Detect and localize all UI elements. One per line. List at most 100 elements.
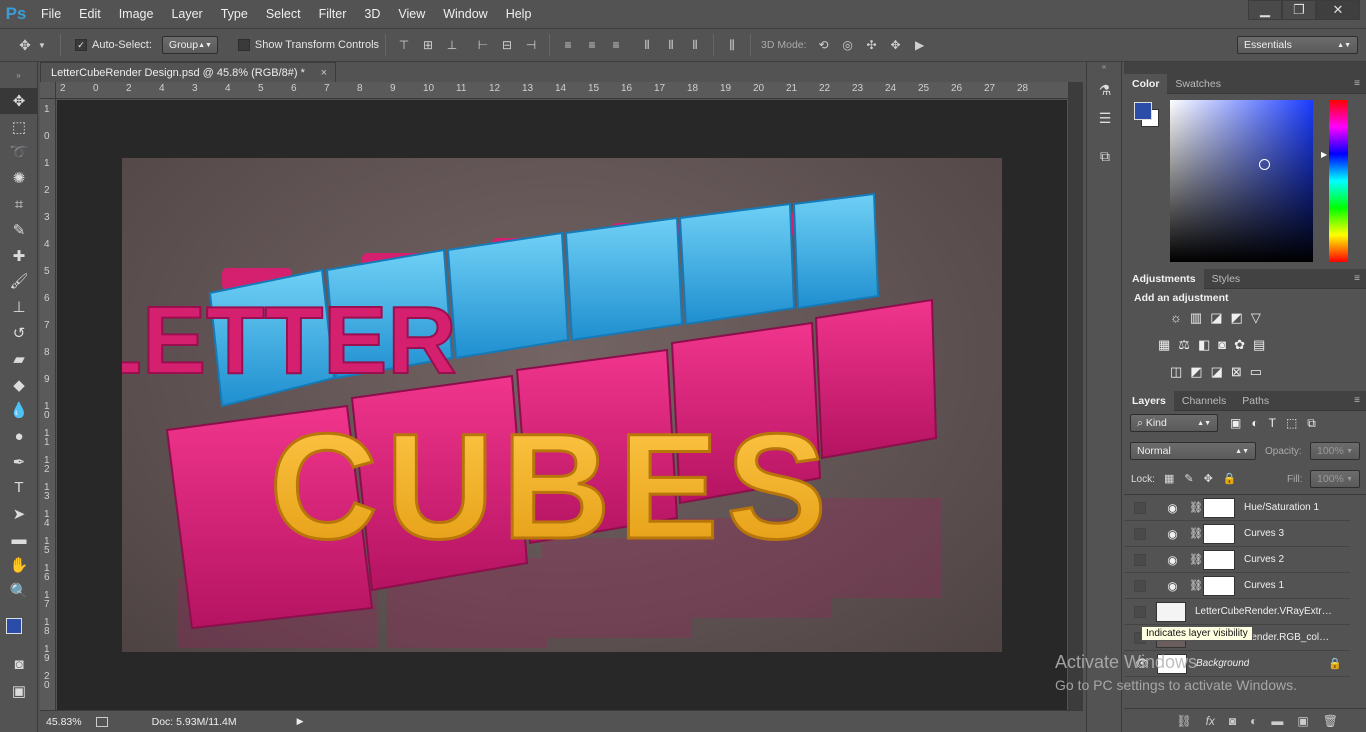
pen-tool-icon[interactable]: ✒ [0, 449, 38, 475]
invert-icon[interactable]: ◫ [1170, 364, 1182, 380]
hue-slider-handle-icon[interactable]: ▶ [1321, 150, 1327, 159]
brightness-icon[interactable]: ☼ [1170, 310, 1182, 326]
hand-tool-icon[interactable]: ✋ [0, 552, 38, 578]
layer-row[interactable]: LetterCubeRender.VRayExtr… [1124, 599, 1350, 625]
menu-image[interactable]: Image [110, 0, 163, 28]
hue-slider[interactable] [1329, 100, 1348, 262]
new-layer-icon[interactable]: ▣ [1297, 714, 1308, 728]
type-tool-icon[interactable]: T [0, 475, 38, 501]
tab-swatches[interactable]: Swatches [1167, 74, 1229, 94]
move-tool-preset-icon[interactable]: ✥ [18, 37, 32, 53]
add-mask-icon[interactable]: ◙ [1229, 714, 1236, 728]
fg-color-chip[interactable] [1134, 102, 1152, 120]
visibility-toggle[interactable] [1134, 605, 1146, 618]
selective-color-icon[interactable]: ⊠ [1231, 364, 1242, 380]
layer-thumbnail[interactable] [1156, 601, 1186, 622]
collapse-toolbox-icon[interactable]: » [0, 62, 37, 88]
distribute-top-icon[interactable]: ≡ [561, 38, 575, 52]
screen-mode-icon[interactable]: ▣ [0, 678, 38, 704]
layer-filter-dropdown[interactable]: ⌕ Kind ▲▼ [1130, 414, 1218, 432]
exposure-icon[interactable]: ◩ [1231, 310, 1243, 326]
workspace-dropdown[interactable]: Essentials ▲▼ [1237, 36, 1358, 54]
brush-tool-icon[interactable]: 🖌 [0, 269, 38, 295]
shape-filter-icon[interactable]: ⬚ [1286, 416, 1297, 431]
show-transform-checkbox[interactable] [237, 39, 250, 51]
pixel-filter-icon[interactable]: ▣ [1230, 416, 1241, 431]
ruler-origin[interactable] [40, 82, 56, 99]
properties-icon[interactable]: ☰ [1087, 104, 1123, 132]
zoom-tool-icon[interactable]: 🔍 [0, 578, 38, 604]
align-top-icon[interactable]: ⊤ [397, 38, 411, 52]
smart-object-filter-icon[interactable]: ⧉ [1307, 416, 1316, 431]
path-selection-icon[interactable]: ➤ [0, 501, 38, 527]
history-brush-icon[interactable]: ↺ [0, 320, 38, 346]
lock-position-icon[interactable]: ✥ [1204, 472, 1213, 485]
distribute-vcenter-icon[interactable]: ≡ [585, 38, 599, 52]
minimize-button[interactable]: ▁ [1248, 0, 1282, 20]
tab-layers[interactable]: Layers [1124, 390, 1174, 411]
posterize-icon[interactable]: ◩ [1190, 364, 1202, 380]
menu-type[interactable]: Type [212, 0, 257, 28]
menu-layer[interactable]: Layer [162, 0, 211, 28]
hue-saturation-icon[interactable]: ▦ [1158, 337, 1170, 353]
tab-styles[interactable]: Styles [1204, 269, 1249, 289]
quick-mask-icon[interactable]: ◙ [0, 652, 38, 678]
channel-mixer-icon[interactable]: ✿ [1234, 337, 1245, 353]
marquee-tool-icon[interactable]: ⬚ [0, 114, 38, 140]
zoom-level[interactable]: 45.83% [46, 716, 82, 728]
layer-style-icon[interactable]: fx [1206, 714, 1215, 728]
align-hcenter-icon[interactable]: ⊟ [500, 38, 514, 52]
visibility-toggle[interactable] [1134, 579, 1146, 592]
auto-select-dropdown[interactable]: Group ▲▼ [161, 36, 218, 54]
gradient-map-icon[interactable]: ▭ [1250, 364, 1262, 380]
3d-roll-icon[interactable]: ◎ [841, 38, 855, 52]
distribute-left-icon[interactable]: ⫴ [640, 38, 654, 52]
lock-pixels-icon[interactable]: ✎ [1184, 472, 1193, 485]
lock-transparency-icon[interactable]: ▦ [1164, 472, 1174, 485]
panel-collapse-strip[interactable] [1124, 62, 1366, 74]
delete-layer-icon[interactable]: 🗑 [1323, 714, 1338, 728]
auto-align-icon[interactable]: ⫼ [725, 38, 739, 52]
eyedropper-tool-icon[interactable]: ✎ [0, 217, 38, 243]
rectangle-tool-icon[interactable]: ▬ [0, 527, 38, 553]
type-filter-icon[interactable]: T [1269, 416, 1276, 431]
layer-mask-thumbnail[interactable] [1203, 497, 1235, 518]
panel-menu-icon[interactable]: ≡ [1354, 78, 1366, 89]
healing-brush-icon[interactable]: ✚ [0, 243, 38, 269]
menu-file[interactable]: File [32, 0, 70, 28]
blend-mode-dropdown[interactable]: Normal ▲▼ [1130, 442, 1256, 460]
panel-menu-icon[interactable]: ≡ [1354, 395, 1366, 406]
panel-menu-icon[interactable]: ≡ [1354, 273, 1366, 284]
collapse-dock-icon[interactable]: « [1087, 62, 1121, 76]
layer-row[interactable]: ◉ ⛓ Curves 3 [1124, 521, 1350, 547]
move-tool-icon[interactable]: ✥ [0, 88, 38, 114]
distribute-bottom-icon[interactable]: ≡ [609, 38, 623, 52]
blur-tool-icon[interactable]: 💧 [0, 398, 38, 424]
color-lookup-icon[interactable]: ▤ [1253, 337, 1265, 353]
layer-row[interactable]: ◉ ⛓ Curves 2 [1124, 547, 1350, 573]
magic-wand-tool-icon[interactable]: ✺ [0, 165, 38, 191]
menu-edit[interactable]: Edit [70, 0, 110, 28]
distribute-hcenter-icon[interactable]: ⫴ [664, 38, 678, 52]
vertical-ruler[interactable]: 101234567891 01 11 21 31 41 51 61 71 81 … [40, 99, 56, 710]
crop-tool-icon[interactable]: ⌗ [0, 191, 38, 217]
mask-link-icon[interactable]: ⛓ [1189, 553, 1203, 566]
visibility-toggle[interactable] [1134, 527, 1146, 540]
3d-scale-icon[interactable]: ▶ [913, 38, 927, 52]
new-adjustment-icon[interactable]: ◐ [1250, 714, 1257, 728]
menu-select[interactable]: Select [257, 0, 310, 28]
color-picker-marker[interactable] [1259, 159, 1270, 170]
vibrance-icon[interactable]: ▽ [1251, 310, 1261, 326]
tab-paths[interactable]: Paths [1234, 391, 1277, 411]
curves-icon[interactable]: ◪ [1210, 310, 1222, 326]
fill-input[interactable]: 100% ▼ [1310, 470, 1360, 488]
align-bottom-icon[interactable]: ⊥ [445, 38, 459, 52]
menu-filter[interactable]: Filter [310, 0, 356, 28]
paint-bucket-icon[interactable]: ◆ [0, 372, 38, 398]
threshold-icon[interactable]: ◪ [1211, 364, 1223, 380]
tab-color[interactable]: Color [1124, 73, 1168, 94]
layer-mask-thumbnail[interactable] [1203, 549, 1235, 570]
document-canvas[interactable]: LETTER CUBES [122, 158, 1002, 652]
menu-window[interactable]: Window [434, 0, 496, 28]
auto-select-checkbox[interactable]: ✓ [75, 39, 87, 51]
